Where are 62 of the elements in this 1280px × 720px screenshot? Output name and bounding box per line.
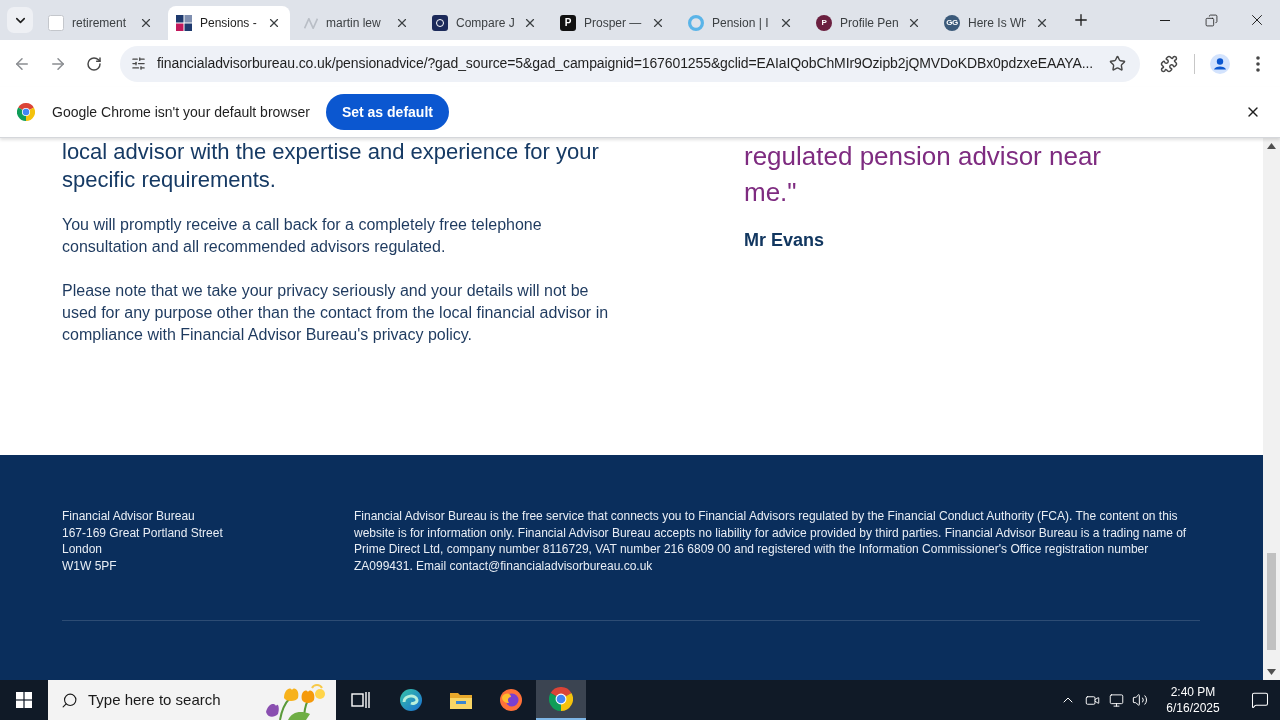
browser-tab[interactable]: martin lew — [296, 6, 418, 40]
body-paragraph: You will promptly receive a call back for a completely free telephone consultation and all recommended advisors regulated. — [62, 215, 543, 257]
footer-address-line: London — [62, 541, 103, 558]
testimonial-quote: regulated pension advisor near me." — [744, 140, 1103, 209]
reload-icon — [86, 55, 102, 72]
menu-icon — [1256, 55, 1260, 72]
faded-logo-icon — [304, 17, 318, 29]
page-icon — [48, 15, 64, 31]
monitor-icon — [1108, 692, 1124, 708]
volume-icon — [1132, 692, 1148, 708]
footer-address-line: W1W 5PF — [62, 557, 117, 574]
restore-icon — [1204, 13, 1218, 27]
tiles-icon — [176, 15, 192, 31]
swirl-icon — [399, 688, 423, 712]
close-icon — [779, 16, 793, 30]
intro-heading: local advisor with the expertise and experience for your specific requirements. — [62, 138, 600, 194]
scroll-thumb[interactable] — [1267, 553, 1276, 650]
browser-tab[interactable]: Compare J — [424, 6, 546, 40]
browser-tab[interactable]: retirement — [40, 6, 162, 40]
round-logo-icon: P — [816, 15, 832, 31]
extensions-icon — [1160, 54, 1178, 73]
browser-tab[interactable]: P Profile Pen — [808, 6, 930, 40]
close-icon — [139, 16, 153, 30]
taskbar-app-button[interactable] — [536, 680, 586, 720]
flame-globe-icon — [499, 688, 523, 712]
plus-icon — [1072, 11, 1090, 29]
close-icon — [523, 16, 537, 30]
footer-address-line: 167-169 Great Portland Street — [62, 524, 223, 541]
tab-search-button[interactable] — [7, 7, 33, 33]
body-paragraph: Please note that we take your privacy seriously and your details will not be used for any purpose other than the contact from the local financial advisor in compliance with Financial Advisor Bureau's privacy policy. — [62, 281, 610, 345]
set-default-button[interactable]: Set as default — [325, 94, 449, 130]
testimonial-author: Mr Evans — [744, 229, 826, 252]
segmented-circle-icon — [17, 103, 35, 121]
scroll-down-arrow-icon[interactable] — [1267, 669, 1276, 675]
browser-tab[interactable]: Pension | I — [680, 6, 802, 40]
square-logo-icon: P — [560, 15, 576, 31]
scroll-up-arrow-icon[interactable] — [1267, 143, 1276, 149]
close-icon — [395, 16, 409, 30]
close-icon — [1035, 16, 1049, 30]
minimize-icon — [1160, 19, 1170, 21]
search-bar[interactable]: Type here to search — [48, 680, 336, 720]
browser-tab[interactable]: Pensions - — [168, 6, 290, 40]
footer-disclaimer: Financial Advisor Bureau is the free service that connects you to Financial Advisors regulated by the Financial Conduct Authority (FCA). The content on this website is for information only. Financial Advisor Bureau accepts no liability for advice provided by third parties. Financial Advisor Bureau is a trading name of Prime Direct Ltd, company number 8116729, VAT number 216 6809 00 and registered with the Information Commissioner's Office registration number ZA099431. Email contact@financialadvisorbureau.co.uk — [354, 508, 1188, 574]
avatar-icon — [1210, 53, 1230, 74]
search-icon — [61, 691, 78, 709]
search-input[interactable]: Type here to search — [88, 688, 238, 712]
footer-address-line: Financial Advisor Bureau — [62, 508, 195, 525]
message-icon — [1251, 691, 1269, 709]
task-view-icon — [351, 691, 371, 709]
close-icon — [907, 16, 921, 30]
close-icon — [267, 16, 281, 30]
star-icon — [1108, 55, 1126, 72]
round-logo-icon: GG — [944, 15, 960, 31]
site-settings-icon — [130, 56, 146, 71]
infobar-message: Google Chrome isn't your default browser — [52, 102, 310, 122]
browser-tab[interactable]: P Prosper — — [552, 6, 674, 40]
segmented-circle-icon — [549, 687, 573, 711]
omnibox[interactable]: financialadvisorbureau.co.uk/pensionadvice/?gad_source=5&gad_campaignid=167601255&gclid=EAIaIQobChMIr9Ozipb2jQMVDoKDBx0pdzxeEAAYA... — [120, 45, 1140, 82]
clock-button[interactable]: 2:40 PM 6/16/2025 — [1156, 680, 1230, 720]
start-icon — [16, 692, 32, 708]
close-icon — [651, 16, 665, 30]
folder-icon — [449, 690, 473, 710]
